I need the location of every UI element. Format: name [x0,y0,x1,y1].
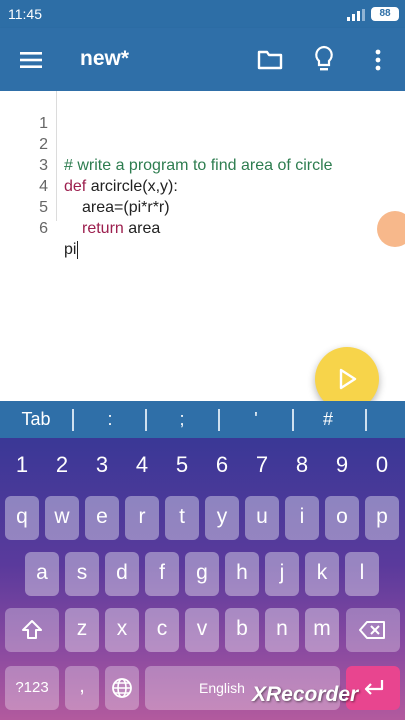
gutter-divider [56,91,57,221]
line-number: 6 [39,220,48,237]
key-f[interactable]: f [145,552,179,596]
key-u[interactable]: u [245,496,279,540]
key-t[interactable]: t [165,496,199,540]
signal-icon [347,9,365,21]
battery-icon: 88 [371,7,399,21]
comma-key[interactable]: , [65,666,99,710]
line-text: # write a program to find area of circle [64,157,333,174]
key-6[interactable]: 6 [202,446,242,484]
symbol-divider [365,409,367,431]
code-rest: area [123,220,161,237]
backspace-key[interactable] [346,608,400,652]
symbol-key-colon[interactable]: : [84,401,136,438]
more-options-icon[interactable] [368,46,388,74]
symbol-divider [72,409,74,431]
app-toolbar: new* [0,28,405,91]
symbol-bar: Tab : ; ' # [0,401,405,438]
key-3[interactable]: 3 [82,446,122,484]
key-z[interactable]: z [65,608,99,652]
key-d[interactable]: d [105,552,139,596]
symbols-key[interactable]: ?123 [5,666,59,710]
language-key[interactable] [105,666,139,710]
key-n[interactable]: n [265,608,299,652]
key-v[interactable]: v [185,608,219,652]
symbol-divider [292,409,294,431]
code-line[interactable]: 4 area=(pi*r*r) [0,155,170,216]
keyword: def [64,178,87,195]
play-icon [339,368,357,390]
key-9[interactable]: 9 [322,446,362,484]
key-h[interactable]: h [225,552,259,596]
key-i[interactable]: i [285,496,319,540]
key-x[interactable]: x [105,608,139,652]
key-w[interactable]: w [45,496,79,540]
line-text: pi [64,239,79,260]
key-k[interactable]: k [305,552,339,596]
key-m[interactable]: m [305,608,339,652]
edge-drag-handle[interactable] [377,211,405,247]
key-5[interactable]: 5 [162,446,202,484]
key-q[interactable]: q [5,496,39,540]
key-a[interactable]: a [25,552,59,596]
key-l[interactable]: l [345,552,379,596]
key-c[interactable]: c [145,608,179,652]
key-2[interactable]: 2 [42,446,82,484]
key-j[interactable]: j [265,552,299,596]
symbol-key-hash[interactable]: # [302,401,354,438]
enter-icon [364,680,384,695]
status-time: 11:45 [8,6,42,22]
status-bar: 11:45 88 [0,0,405,28]
soft-keyboard: 1 2 3 4 5 6 7 8 9 0 q w e r t y u i o p … [0,438,405,720]
code-line[interactable]: 6 pi [0,197,79,259]
globe-icon [112,678,132,698]
code-line[interactable]: 3 def arcircle(x,y): [0,134,178,195]
key-p[interactable]: p [365,496,399,540]
folder-icon[interactable] [256,47,284,71]
key-o[interactable]: o [325,496,359,540]
line-text: def arcircle(x,y): [64,176,178,197]
symbol-divider [145,409,147,431]
key-e[interactable]: e [85,496,119,540]
key-g[interactable]: g [185,552,219,596]
code-line[interactable]: 1 [0,92,48,132]
symbol-key-tab[interactable]: Tab [8,401,64,438]
recorder-watermark: XRecorder [252,683,359,706]
code-line[interactable]: 5 return area [0,176,160,237]
key-s[interactable]: s [65,552,99,596]
key-b[interactable]: b [225,608,259,652]
key-7[interactable]: 7 [242,446,282,484]
backspace-icon [359,621,385,639]
key-r[interactable]: r [125,496,159,540]
line-text: area=(pi*r*r) [82,199,170,216]
menu-icon[interactable] [14,46,48,74]
symbol-divider [218,409,220,431]
keyword: return [82,220,124,237]
lightbulb-icon[interactable] [312,44,336,74]
text-caret [77,240,79,259]
key-y[interactable]: y [205,496,239,540]
shift-icon [22,620,42,639]
battery-level: 88 [379,8,391,19]
key-1[interactable]: 1 [2,446,42,484]
key-0[interactable]: 0 [362,446,402,484]
code-rest: pi [64,241,77,258]
key-4[interactable]: 4 [122,446,162,484]
symbol-key-semicolon[interactable]: ; [156,401,208,438]
code-rest: arcircle(x,y): [86,178,178,195]
symbol-key-quote[interactable]: ' [230,401,282,438]
key-8[interactable]: 8 [282,446,322,484]
space-label: English [199,680,245,696]
document-title: new* [80,47,130,70]
line-text: return area [82,218,160,239]
code-line[interactable]: 2 # write a program to find area of circ… [0,113,332,174]
shift-key[interactable] [5,608,59,652]
